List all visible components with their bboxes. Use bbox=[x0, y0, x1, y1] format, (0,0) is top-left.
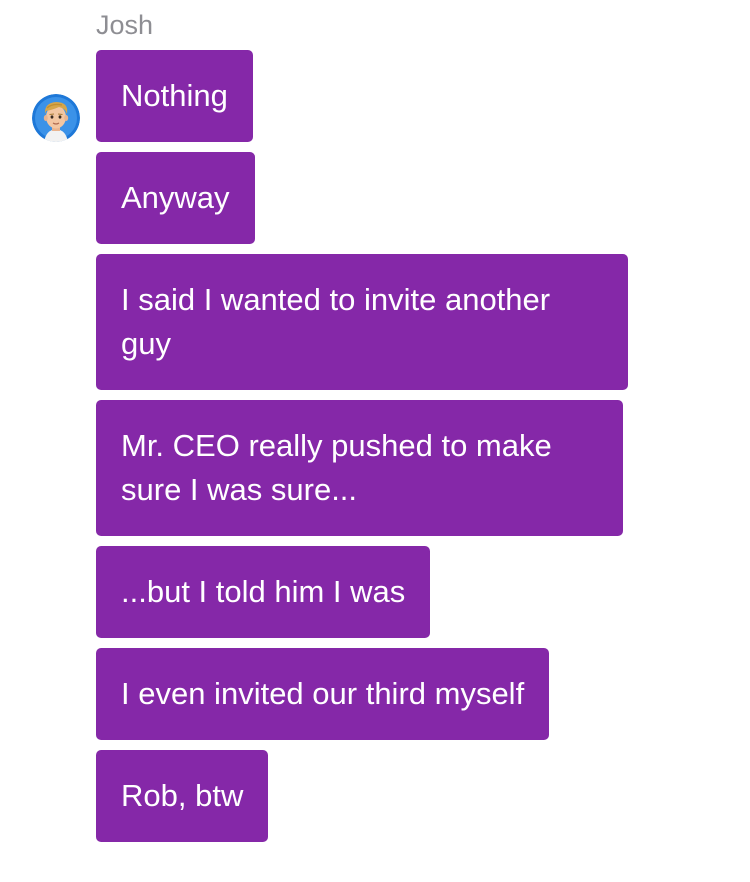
message-bubble[interactable]: Nothing bbox=[96, 50, 253, 142]
user-avatar-icon[interactable] bbox=[32, 94, 80, 142]
message-bubble[interactable]: Anyway bbox=[96, 152, 255, 244]
message-thread: Nothing Anyway I said I wanted to invite… bbox=[96, 50, 636, 842]
message-bubble[interactable]: Rob, btw bbox=[96, 750, 269, 842]
message-bubble[interactable]: I said I wanted to invite another guy bbox=[96, 254, 628, 390]
message-bubble[interactable]: I even invited our third myself bbox=[96, 648, 550, 740]
avatar-portrait-icon bbox=[32, 94, 80, 142]
message-bubble[interactable]: Mr. CEO really pushed to make sure I was… bbox=[96, 400, 623, 536]
sender-name: Josh bbox=[96, 10, 154, 40]
message-bubble[interactable]: ...but I told him I was bbox=[96, 546, 431, 638]
